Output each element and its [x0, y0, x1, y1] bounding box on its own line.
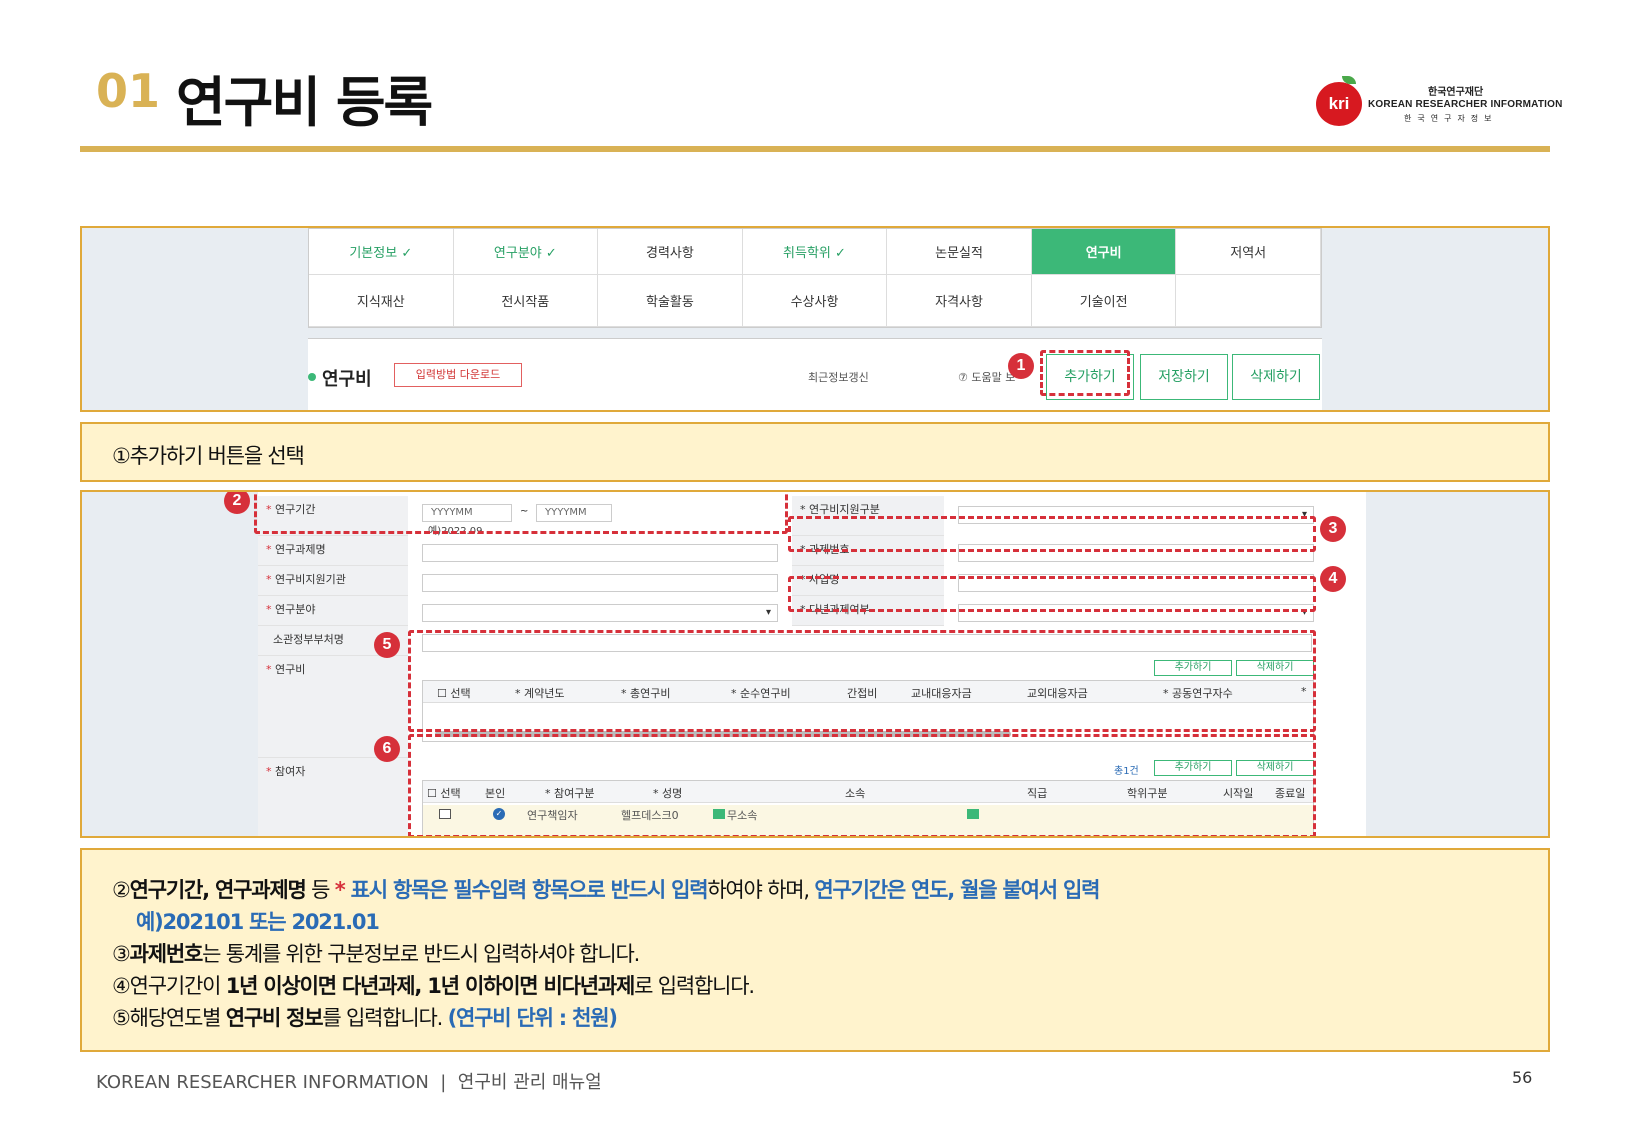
logo-org-sub: 한국연구자정보 — [1404, 114, 1498, 123]
label-agency: * 연구비지원기관 — [258, 566, 408, 596]
highlight-funding-table — [408, 630, 1316, 732]
section-title: 연구비 — [322, 369, 372, 390]
step-badge-4: 4 — [1320, 566, 1346, 592]
highlight-add-button — [1040, 350, 1130, 396]
tab-books[interactable]: 저역서 — [1176, 229, 1321, 275]
note2-line-4: ④연구기간이 1년 이상이면 다년과제, 1년 이하이면 비다년과제로 입력합니… — [112, 974, 755, 998]
tab-empty — [1176, 275, 1321, 327]
project-name-input[interactable] — [422, 544, 778, 562]
highlight-multi-year — [788, 576, 1316, 612]
tab-research-field[interactable]: 연구분야 ✓ — [453, 229, 599, 275]
step-badge-5: 5 — [374, 632, 400, 658]
instruction-note-2: ②연구기간, 연구과제명 등 * 표시 항목은 필수입력 항목으로 반드시 입력… — [80, 848, 1550, 1052]
recent-update-label: 최근정보갱신 — [808, 371, 869, 384]
tab-career[interactable]: 경력사항 — [598, 229, 743, 275]
help-link[interactable]: ⑦ 도움말 보 — [958, 369, 1015, 385]
step-badge-2: 2 — [224, 492, 250, 514]
screenshot-tabs-panel: 기본정보 ✓ 연구분야 ✓ 경력사항 취득학위 ✓ 논문실적 연구비 저역서 지… — [80, 226, 1550, 412]
tab-awards[interactable]: 수상사항 — [742, 275, 888, 327]
field-select[interactable] — [422, 604, 778, 622]
instruction-note-1: ①추가하기 버튼을 선택 — [80, 422, 1550, 482]
logo-org-english: KOREAN RESEARCHER INFORMATION — [1368, 99, 1563, 110]
highlight-period — [254, 492, 788, 534]
note1-text: ①추가하기 버튼을 선택 — [112, 444, 305, 468]
agency-input[interactable] — [422, 574, 778, 592]
note2-line-3: ③과제번호는 통계를 위한 구분정보로 반드시 입력하셔야 합니다. — [112, 942, 640, 966]
page-title: 연구비 등록 — [176, 71, 433, 134]
step-badge-3: 3 — [1320, 516, 1346, 542]
note2-line-1: ②연구기간, 연구과제명 등 * 표시 항목은 필수입력 항목으로 반드시 입력… — [112, 878, 1100, 902]
logo-org-korean: 한국연구재단 — [1428, 87, 1484, 98]
bullet-icon — [308, 373, 316, 381]
page-number: 56 — [1512, 1068, 1533, 1087]
title-divider — [80, 146, 1550, 152]
apple-logo-icon: kri — [1316, 82, 1362, 126]
tab-exhibition[interactable]: 전시작품 — [453, 275, 599, 327]
label-participants: * 참여자 — [258, 758, 408, 836]
label-project-name: * 연구과제명 — [258, 536, 408, 566]
step-badge-6: 6 — [374, 736, 400, 762]
tab-research-fund[interactable]: 연구비 — [1031, 229, 1177, 275]
section-number: 01 — [96, 64, 161, 118]
note2-line-2: 예)202101 또는 2021.01 — [136, 910, 380, 934]
tab-basic-info[interactable]: 기본정보 ✓ — [309, 229, 454, 275]
download-guide-button[interactable]: 입력방법 다운로드 — [394, 363, 522, 387]
tab-certificates[interactable]: 자격사항 — [887, 275, 1032, 327]
tab-degree[interactable]: 취득학위 ✓ — [742, 229, 888, 275]
highlight-project-no — [788, 516, 1316, 552]
note2-line-5: ⑤해당연도별 연구비 정보를 입력합니다. (연구비 단위 : 천원) — [112, 1006, 618, 1030]
screenshot-form-panel: * 연구기간 * 연구과제명 * 연구비지원기관 * 연구분야 소관정부부처명 … — [80, 490, 1550, 838]
tab-tech-transfer[interactable]: 기술이전 — [1031, 275, 1177, 327]
save-button[interactable]: 저장하기 — [1140, 354, 1228, 400]
tab-academic[interactable]: 학술활동 — [598, 275, 743, 327]
kri-logo: kri 한국연구재단 KOREAN RESEARCHER INFORMATION… — [1316, 76, 1562, 130]
tab-ip[interactable]: 지식재산 — [309, 275, 454, 327]
label-field: * 연구분야 — [258, 596, 408, 626]
delete-button[interactable]: 삭제하기 — [1232, 354, 1320, 400]
highlight-participant-table — [408, 734, 1316, 836]
step-badge-1: 1 — [1008, 353, 1034, 379]
tab-papers[interactable]: 논문실적 — [887, 229, 1032, 275]
footer-text: KOREAN RESEARCHER INFORMATION | 연구비 관리 매… — [96, 1072, 602, 1093]
category-tabs: 기본정보 ✓ 연구분야 ✓ 경력사항 취득학위 ✓ 논문실적 연구비 저역서 지… — [308, 228, 1322, 328]
section-toolbar: 연구비 입력방법 다운로드 최근정보갱신 ⑦ 도움말 보 추가하기 저장하기 삭… — [308, 338, 1322, 410]
